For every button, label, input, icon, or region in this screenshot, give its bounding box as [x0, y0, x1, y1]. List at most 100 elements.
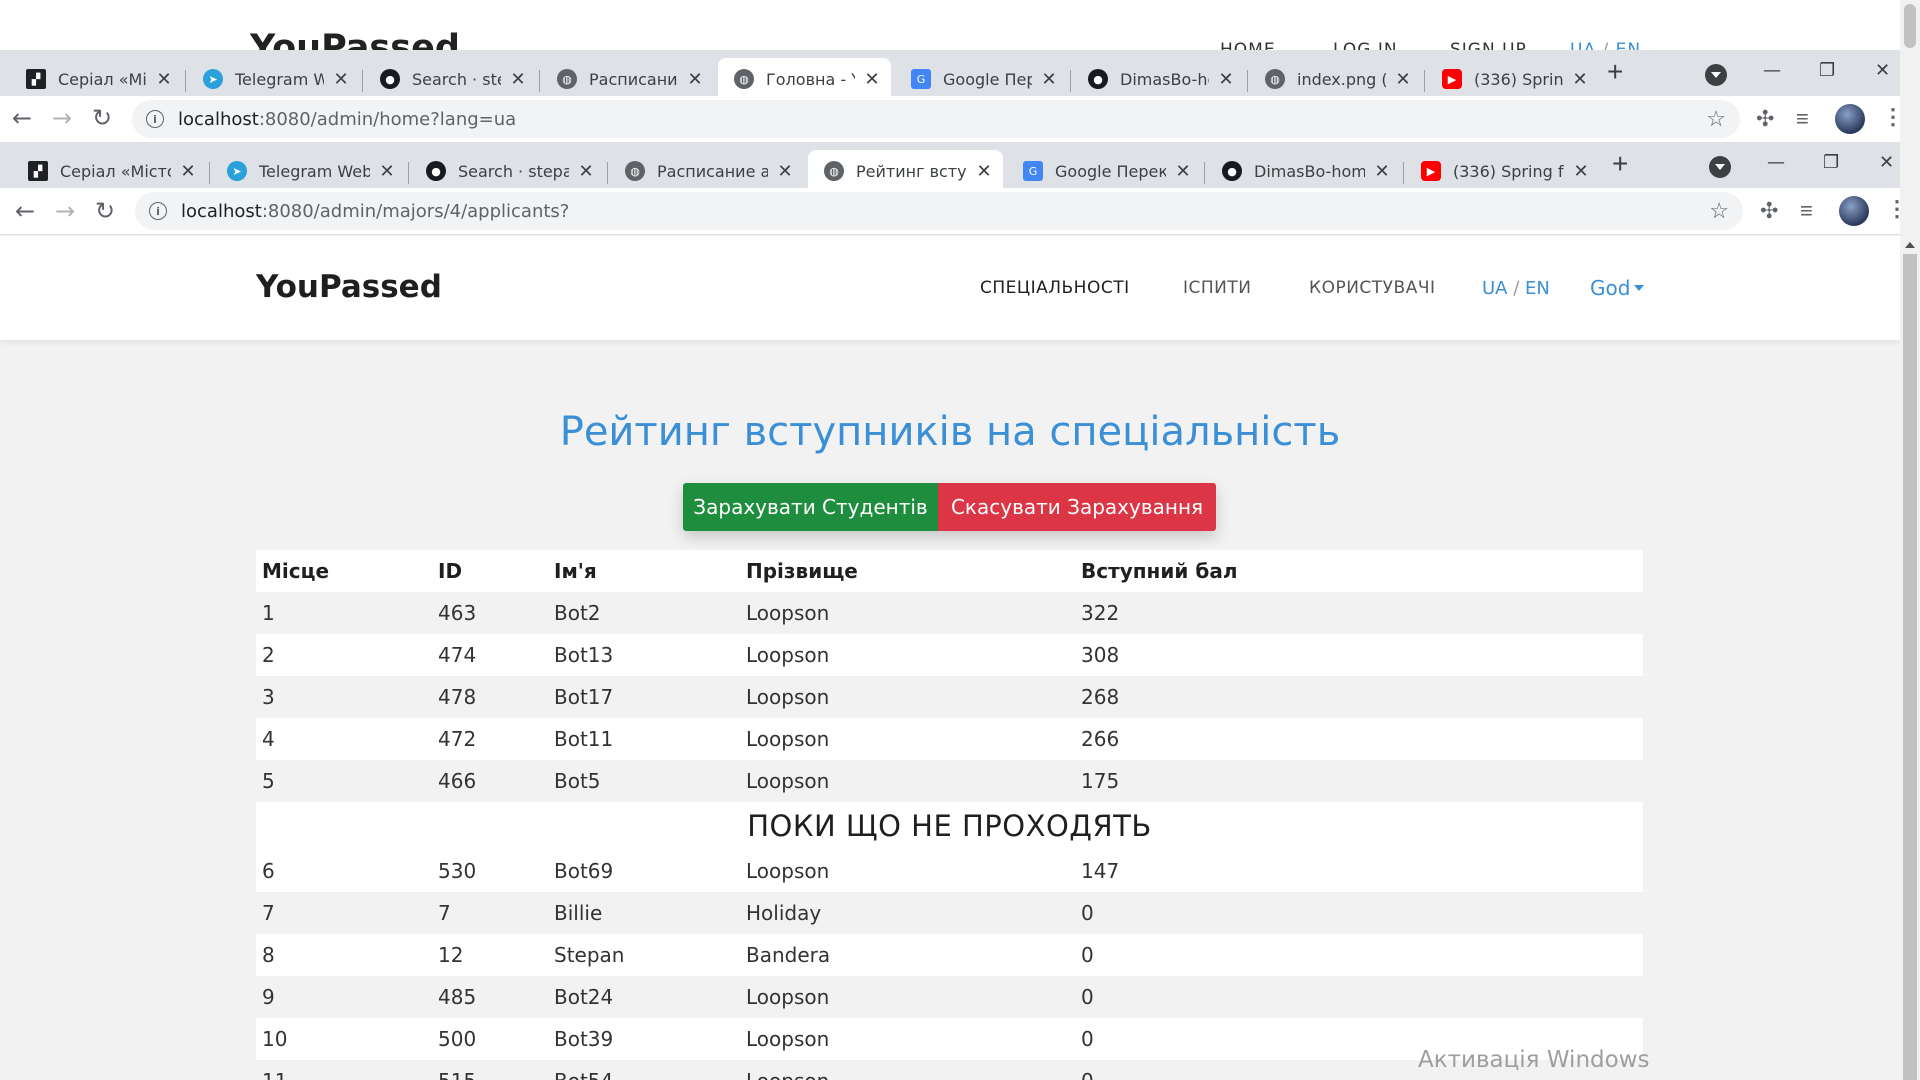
page-scrollbar-thumb[interactable]	[1903, 254, 1917, 1080]
foreground-tab[interactable]: ● DimasBo-home/k ✕	[1206, 150, 1401, 192]
not-passing-label: ПОКИ ЩО НЕ ПРОХОДЯТЬ	[256, 802, 1643, 850]
close-tab-icon[interactable]: ✕	[1572, 161, 1590, 182]
background-tab[interactable]: ● DimasBo-home/k ✕	[1072, 58, 1245, 100]
close-tab-icon[interactable]: ✕	[686, 69, 704, 90]
minimize-icon[interactable]: —	[1763, 60, 1781, 81]
cell-id: 472	[432, 718, 548, 760]
media-control-icon[interactable]: ≡	[1796, 106, 1809, 132]
background-tab[interactable]: G Google Перекладач ✕	[895, 58, 1068, 100]
background-tab[interactable]: ➤ Telegram Web ✕	[187, 58, 360, 100]
github-icon: ●	[380, 69, 400, 89]
cell-place: 3	[256, 676, 432, 718]
nav-exams[interactable]: ІСПИТИ	[1183, 278, 1252, 298]
foreground-tab[interactable]: ◍ Расписание академ ✕	[609, 150, 804, 192]
page-scrollbar[interactable]	[1900, 236, 1920, 1080]
cancel-enrollment-button[interactable]: Скасувати Зарахування	[938, 483, 1216, 531]
menu-kebab-icon[interactable]: ⋮	[1886, 196, 1908, 222]
cell-first-name: Bot13	[548, 634, 740, 676]
user-dropdown[interactable]: God	[1590, 276, 1645, 300]
background-tab[interactable]: ◍ Расписание академ ✕	[541, 58, 714, 100]
bookmark-star-icon[interactable]: ☆	[1709, 198, 1729, 224]
close-window-icon[interactable]: ✕	[1879, 152, 1894, 173]
cell-last-name: Holiday	[740, 892, 1075, 934]
new-tab-plus-icon[interactable]: +	[1607, 56, 1623, 88]
close-tab-icon[interactable]: ✕	[1571, 69, 1589, 90]
background-tab[interactable]: ◍ index.png (1920×1080) ✕	[1249, 58, 1422, 100]
forward-icon[interactable]: →	[55, 197, 75, 225]
maximize-icon[interactable]: ❐	[1819, 60, 1835, 81]
cell-score: 322	[1075, 592, 1643, 634]
back-icon[interactable]: ←	[12, 104, 32, 132]
url-text[interactable]: localhost:8080/admin/majors/4/applicants…	[181, 201, 569, 222]
close-tab-icon[interactable]: ✕	[1373, 161, 1391, 182]
enroll-students-button[interactable]: Зарахувати Студентів	[683, 483, 938, 531]
close-tab-icon[interactable]: ✕	[776, 161, 794, 182]
reload-icon[interactable]: ↻	[92, 104, 112, 132]
profile-avatar[interactable]	[1839, 196, 1869, 226]
minimize-icon[interactable]: —	[1767, 152, 1785, 173]
cell-first-name: Bot24	[548, 976, 740, 1018]
site-info-icon[interactable]: i	[149, 202, 167, 220]
close-tab-icon[interactable]: ✕	[863, 69, 881, 90]
foreground-tab[interactable]: ➤ Telegram Web ✕	[211, 150, 406, 192]
foreground-tab[interactable]: ◍ Рейтинг вступників ✕	[808, 150, 1003, 192]
telegram-icon: ➤	[203, 69, 223, 89]
tab-search-icon[interactable]	[1709, 156, 1731, 178]
close-tab-icon[interactable]: ✕	[577, 161, 595, 182]
extensions-icon[interactable]: ✣	[1756, 106, 1774, 132]
foreground-tab[interactable]: ▶ (336) Spring fram ✕	[1405, 150, 1600, 192]
bookmark-star-icon[interactable]: ☆	[1706, 106, 1726, 132]
background-scrollbar-thumb[interactable]	[1904, 4, 1916, 48]
profile-avatar[interactable]	[1835, 104, 1865, 134]
media-control-icon[interactable]: ≡	[1800, 198, 1813, 224]
close-window-icon[interactable]: ✕	[1875, 60, 1890, 81]
site-info-icon[interactable]: i	[146, 110, 164, 128]
caret-down-icon[interactable]	[1634, 285, 1645, 291]
address-bar[interactable]: i localhost:8080/admin/majors/4/applican…	[135, 192, 1743, 230]
new-tab-plus-icon[interactable]: +	[1612, 148, 1628, 180]
tab-title: Головна - YouPassed	[766, 69, 855, 89]
tab-separator	[1247, 70, 1248, 92]
foreground-tab[interactable]: G Google Перекладач ✕	[1007, 150, 1202, 192]
windows-activation-watermark: Активація Windows	[1418, 1047, 1650, 1073]
close-tab-icon[interactable]: ✕	[975, 161, 993, 182]
lang-ua-link[interactable]: UA	[1482, 278, 1508, 299]
background-tab[interactable]: ▶ (336) Spring fram ✕	[1426, 58, 1599, 100]
background-url[interactable]: localhost:8080/admin/home?lang=ua	[178, 109, 516, 130]
close-tab-icon[interactable]: ✕	[378, 161, 396, 182]
user-name[interactable]: God	[1590, 276, 1630, 300]
table-header-row: Місце ID Ім'я Прізвище Вступний бал	[256, 550, 1643, 592]
reload-icon[interactable]: ↻	[95, 197, 115, 225]
background-address-bar[interactable]: i localhost:8080/admin/home?lang=ua ☆	[132, 100, 1740, 138]
foreground-tab[interactable]: ● Search · stepanet ✕	[410, 150, 605, 192]
background-tab[interactable]: ● Search · stepanet ✕	[364, 58, 537, 100]
extensions-icon[interactable]: ✣	[1760, 198, 1778, 224]
close-tab-icon[interactable]: ✕	[155, 69, 173, 90]
forward-icon[interactable]: →	[52, 104, 72, 132]
close-tab-icon[interactable]: ✕	[1217, 69, 1235, 90]
maximize-icon[interactable]: ❐	[1823, 152, 1839, 173]
cell-id: 466	[432, 760, 548, 802]
close-tab-icon[interactable]: ✕	[179, 161, 197, 182]
foreground-tab[interactable]: ▞ Серіал «Місто на ✕	[12, 150, 207, 192]
close-tab-icon[interactable]: ✕	[1040, 69, 1058, 90]
cell-score: 308	[1075, 634, 1643, 676]
tab-search-icon[interactable]	[1705, 64, 1727, 86]
tab-separator	[1204, 162, 1205, 184]
back-icon[interactable]: ←	[15, 197, 35, 225]
close-tab-icon[interactable]: ✕	[509, 69, 527, 90]
close-tab-icon[interactable]: ✕	[1174, 161, 1192, 182]
close-tab-icon[interactable]: ✕	[1394, 69, 1412, 90]
cell-id: 478	[432, 676, 548, 718]
background-tab[interactable]: ▞ Серіал «Місто на ✕	[10, 58, 183, 100]
column-header-last-name: Прізвище	[740, 550, 1075, 592]
site-logo[interactable]: YouPassed	[256, 269, 442, 305]
scroll-up-arrow-icon[interactable]	[1905, 242, 1915, 248]
lang-en-link[interactable]: EN	[1525, 278, 1550, 299]
background-scrollbar[interactable]	[1900, 0, 1920, 55]
nav-majors[interactable]: СПЕЦІАЛЬНОСТІ	[980, 278, 1130, 298]
background-tab[interactable]: ◍ Головна - YouPassed ✕	[718, 58, 891, 100]
nav-users[interactable]: КОРИСТУВАЧІ	[1309, 278, 1436, 298]
tab-separator	[408, 162, 409, 184]
close-tab-icon[interactable]: ✕	[332, 69, 350, 90]
